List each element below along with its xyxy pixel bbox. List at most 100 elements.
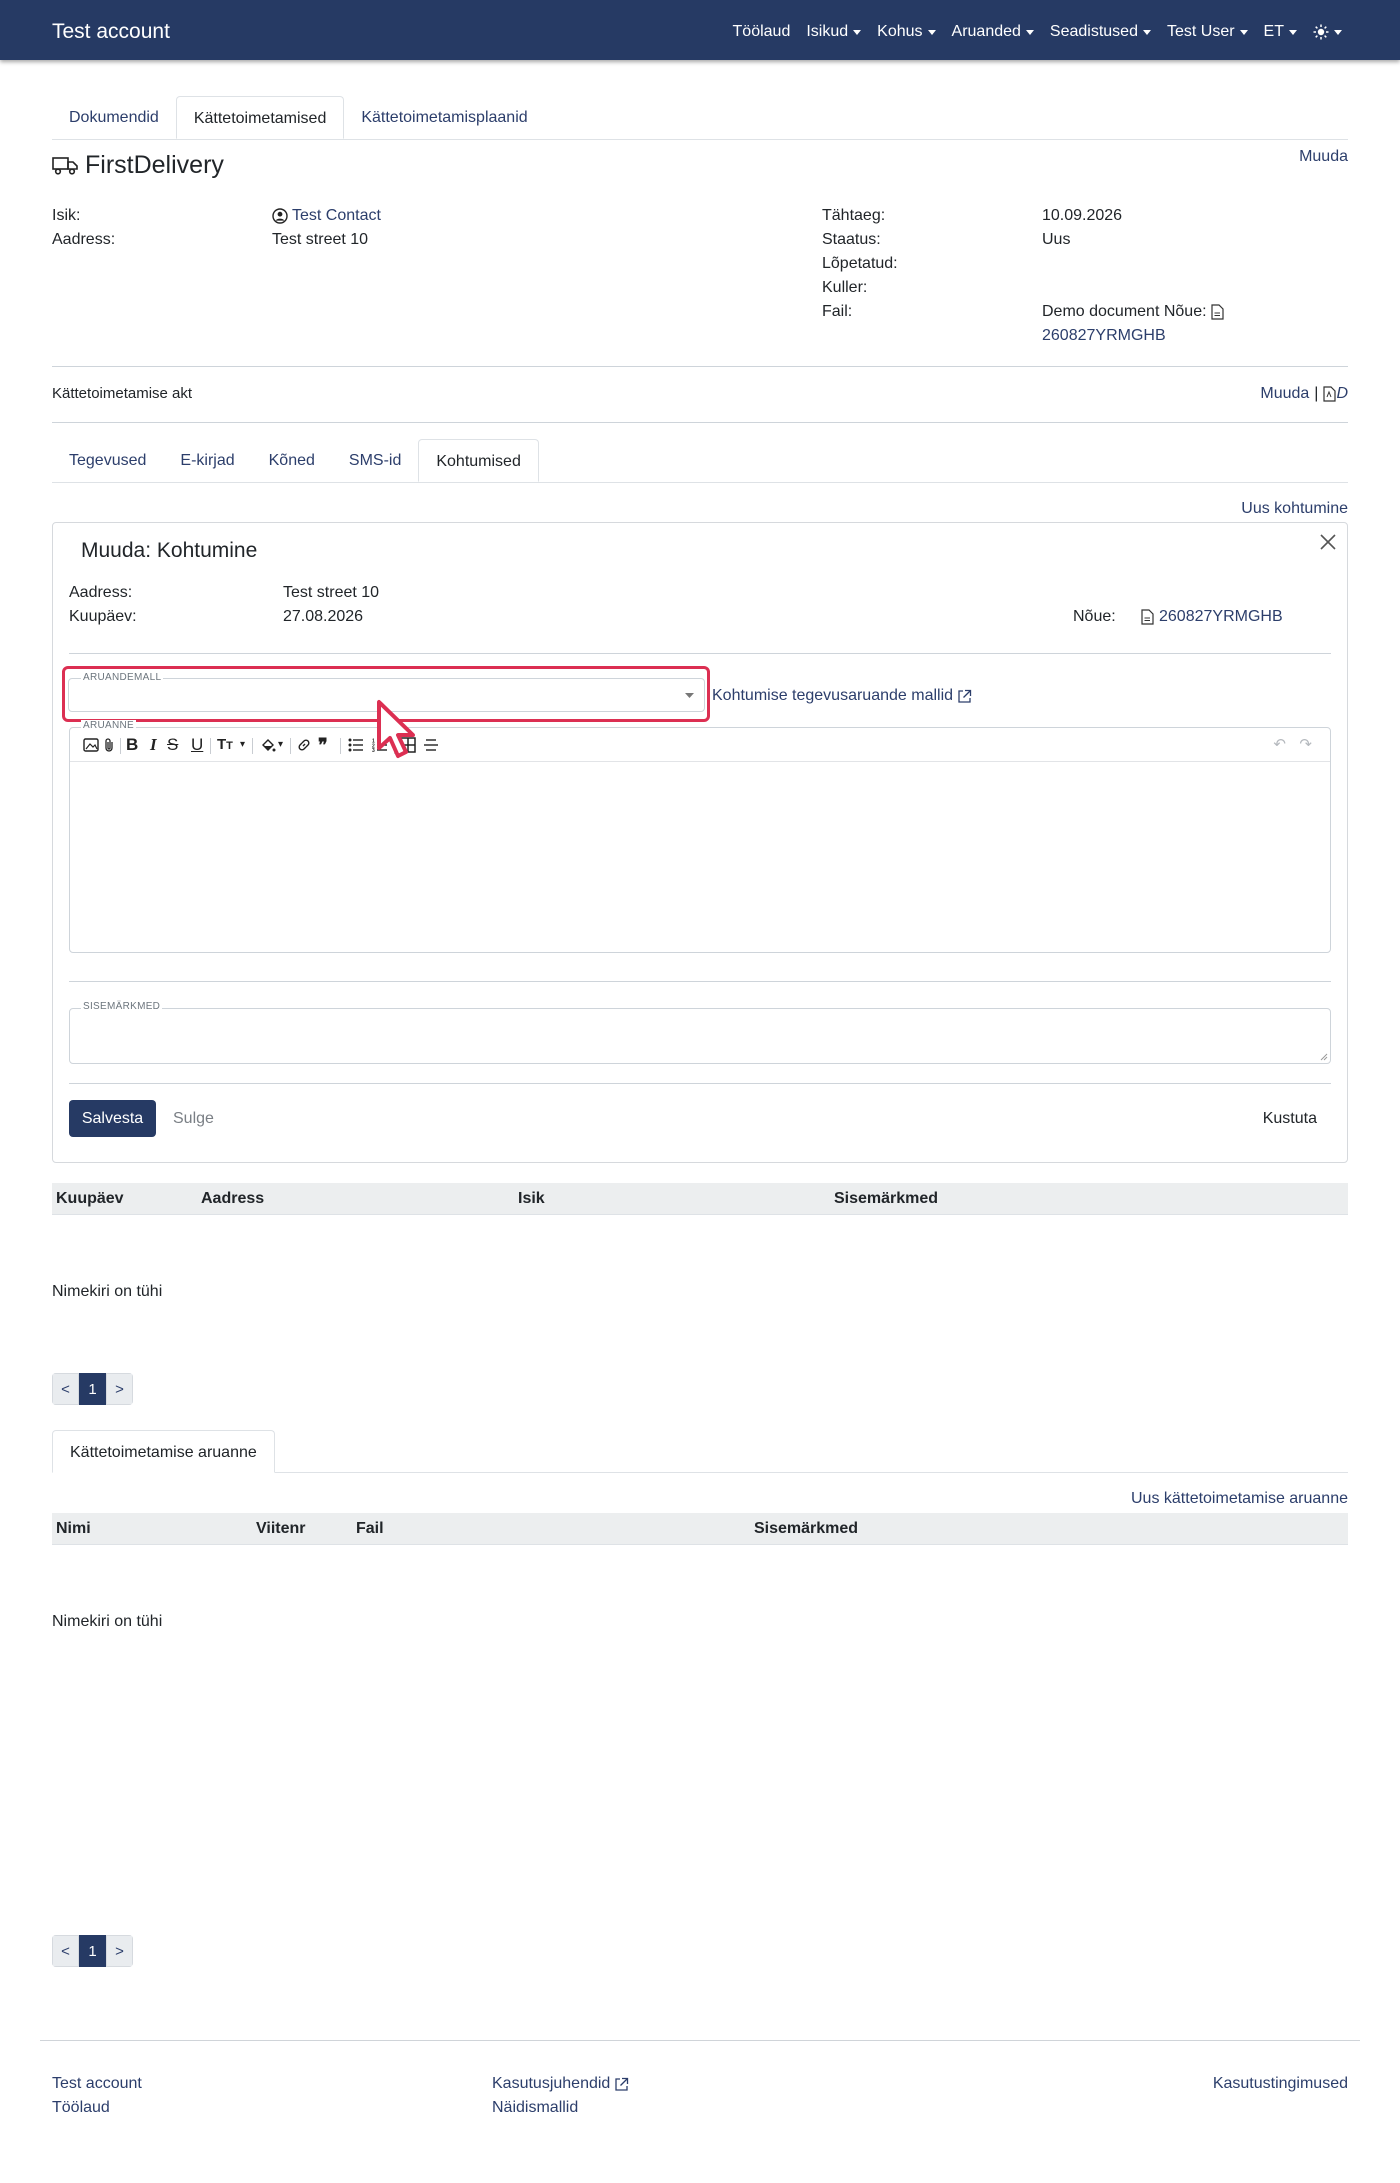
link-icon[interactable] — [296, 737, 312, 753]
caret-down-icon — [1289, 29, 1297, 35]
col-reference: Viitenr — [256, 1520, 306, 1537]
footer-guides-link[interactable]: Kasutusjuhendid — [492, 2075, 629, 2093]
page-button[interactable]: 1 — [79, 1373, 106, 1405]
close-icon[interactable] — [1319, 533, 1337, 551]
brand-title[interactable]: Test account — [52, 20, 170, 44]
resize-handle-icon[interactable] — [1320, 1053, 1328, 1061]
caret-down-icon: ▾ — [278, 739, 284, 750]
person-circle-icon — [272, 208, 288, 224]
person-link[interactable]: Test Contact — [272, 207, 381, 225]
new-report-link[interactable]: Uus kättetoimetamise aruanne — [1131, 1490, 1348, 1508]
file-label: Fail: — [822, 303, 853, 320]
tab-activities[interactable]: Tegevused — [52, 439, 163, 482]
footer-divider — [40, 2040, 1360, 2041]
tab-delivery-report[interactable]: Kättetoimetamise aruanne — [52, 1430, 275, 1473]
nav-item-user[interactable]: Test User — [1167, 23, 1248, 41]
claim-link[interactable]: 260827YRMGHB — [1141, 608, 1283, 626]
act-actions: Muuda | D — [1260, 385, 1348, 403]
toolbar-separator — [210, 738, 211, 754]
top-navbar: Test account Töölaud Isikud Kohus Aruand… — [0, 0, 1400, 60]
strikethrough-icon[interactable]: S — [167, 736, 178, 754]
footer-sample-templates-link[interactable]: Näidismallid — [492, 2099, 578, 2117]
save-button[interactable]: Salvesta — [69, 1100, 156, 1137]
external-link-icon — [615, 2077, 629, 2091]
undo-icon[interactable]: ↶ — [1273, 736, 1286, 754]
close-button[interactable]: Sulge — [173, 1110, 214, 1128]
nav-item-reports[interactable]: Aruanded — [952, 23, 1034, 41]
image-icon[interactable] — [83, 738, 99, 752]
divider — [52, 366, 1348, 367]
attachment-icon[interactable] — [103, 737, 115, 753]
tab-deliveries[interactable]: Kättetoimetamised — [175, 96, 345, 139]
tab-sms[interactable]: SMS-id — [332, 439, 418, 482]
text-size-icon[interactable]: TT — [217, 736, 233, 755]
underline-icon[interactable]: U — [191, 736, 203, 754]
divider — [69, 1083, 1331, 1084]
person-name[interactable]: Test Contact — [292, 207, 381, 225]
footer-terms-link[interactable]: Kasutustingimused — [1213, 2075, 1348, 2093]
toolbar-separator — [340, 738, 341, 754]
edit-act-link[interactable]: Muuda — [1260, 385, 1309, 403]
deadline-value: 10.09.2026 — [1042, 207, 1123, 224]
nav-item-persons[interactable]: Isikud — [806, 23, 862, 41]
new-meeting-link[interactable]: Uus kohtumine — [1241, 500, 1348, 518]
act-pdf-label[interactable]: D — [1336, 385, 1348, 403]
nav-item-settings[interactable]: Seadistused — [1050, 23, 1151, 41]
tab-meetings[interactable]: Kohtumised — [418, 439, 539, 482]
divider — [69, 981, 1331, 982]
footer-guides-text[interactable]: Kasutusjuhendid — [492, 2075, 610, 2093]
reports-table-header: Nimi Viitenr Fail Sisemärkmed — [52, 1513, 1348, 1545]
person-label: Isik: — [52, 207, 81, 224]
report-templates-link[interactable]: Kohtumise tegevusaruande mallid — [712, 687, 972, 705]
page-title: FirstDelivery — [85, 151, 224, 179]
tab-documents[interactable]: Dokumendid — [52, 96, 176, 139]
bold-icon[interactable]: B — [126, 736, 138, 754]
toolbar-separator — [120, 738, 121, 754]
internal-notes-textarea[interactable] — [69, 1008, 1331, 1064]
caret-down-icon — [1239, 29, 1248, 35]
tab-emails[interactable]: E-kirjad — [163, 439, 251, 482]
nav-item-language[interactable]: ET — [1264, 23, 1297, 41]
file-ref-link[interactable]: 260827YRMGHB — [1042, 327, 1166, 345]
col-notes: Sisemärkmed — [754, 1520, 859, 1537]
redo-icon[interactable]: ↷ — [1299, 736, 1312, 754]
meeting-date-label: Kuupäev: — [69, 608, 137, 625]
caret-down-icon: ▾ — [240, 739, 246, 750]
footer-dashboard-link[interactable]: Töölaud — [52, 2099, 110, 2117]
page-button[interactable]: 1 — [79, 1935, 106, 1967]
deadline-label: Tähtaeg: — [822, 207, 886, 224]
claim-value[interactable]: 260827YRMGHB — [1159, 608, 1283, 626]
internal-notes-label: SISEMÄRKMED — [81, 1001, 163, 1012]
address-value: Test street 10 — [272, 231, 369, 248]
tab-delivery-plans[interactable]: Kättetoimetamisplaanid — [344, 96, 544, 139]
col-address: Aadress — [201, 1190, 265, 1207]
act-separator: | — [1314, 385, 1319, 402]
tab-calls[interactable]: Kõned — [252, 439, 332, 482]
report-editor[interactable]: B I S U TT ▾ ▾ ❞ 123 ↶ ↷ — [69, 727, 1331, 953]
toolbar-separator — [290, 738, 291, 754]
prev-page-button[interactable]: < — [52, 1373, 79, 1405]
quote-icon[interactable]: ❞ — [318, 736, 328, 754]
theme-toggle[interactable] — [1313, 23, 1342, 41]
fill-color-icon[interactable] — [260, 737, 276, 753]
bullet-list-icon[interactable] — [348, 738, 364, 752]
divider — [52, 422, 1348, 423]
prev-page-button[interactable]: < — [52, 1935, 79, 1967]
meeting-date-value: 27.08.2026 — [283, 608, 364, 625]
horizontal-rule-icon[interactable] — [423, 738, 439, 752]
mouse-cursor-icon — [377, 700, 415, 758]
caret-down-icon — [927, 29, 936, 35]
italic-icon[interactable]: I — [150, 736, 157, 754]
reports-empty-text: Nimekiri on tühi — [52, 1613, 163, 1630]
nav-item-dashboard[interactable]: Töölaud — [733, 23, 791, 41]
footer-account-link[interactable]: Test account — [52, 2075, 142, 2093]
edit-delivery-link[interactable]: Muuda — [1299, 148, 1348, 166]
report-templates-text[interactable]: Kohtumise tegevusaruande mallid — [712, 687, 953, 705]
address-label: Aadress: — [52, 231, 116, 248]
next-page-button[interactable]: > — [106, 1935, 133, 1967]
report-tabs: Kättetoimetamise aruanne — [52, 1430, 1348, 1473]
nav-item-court[interactable]: Kohus — [877, 23, 936, 41]
delete-button[interactable]: Kustuta — [1263, 1110, 1317, 1128]
act-pdf-link[interactable]: D — [1323, 385, 1348, 403]
next-page-button[interactable]: > — [106, 1373, 133, 1405]
